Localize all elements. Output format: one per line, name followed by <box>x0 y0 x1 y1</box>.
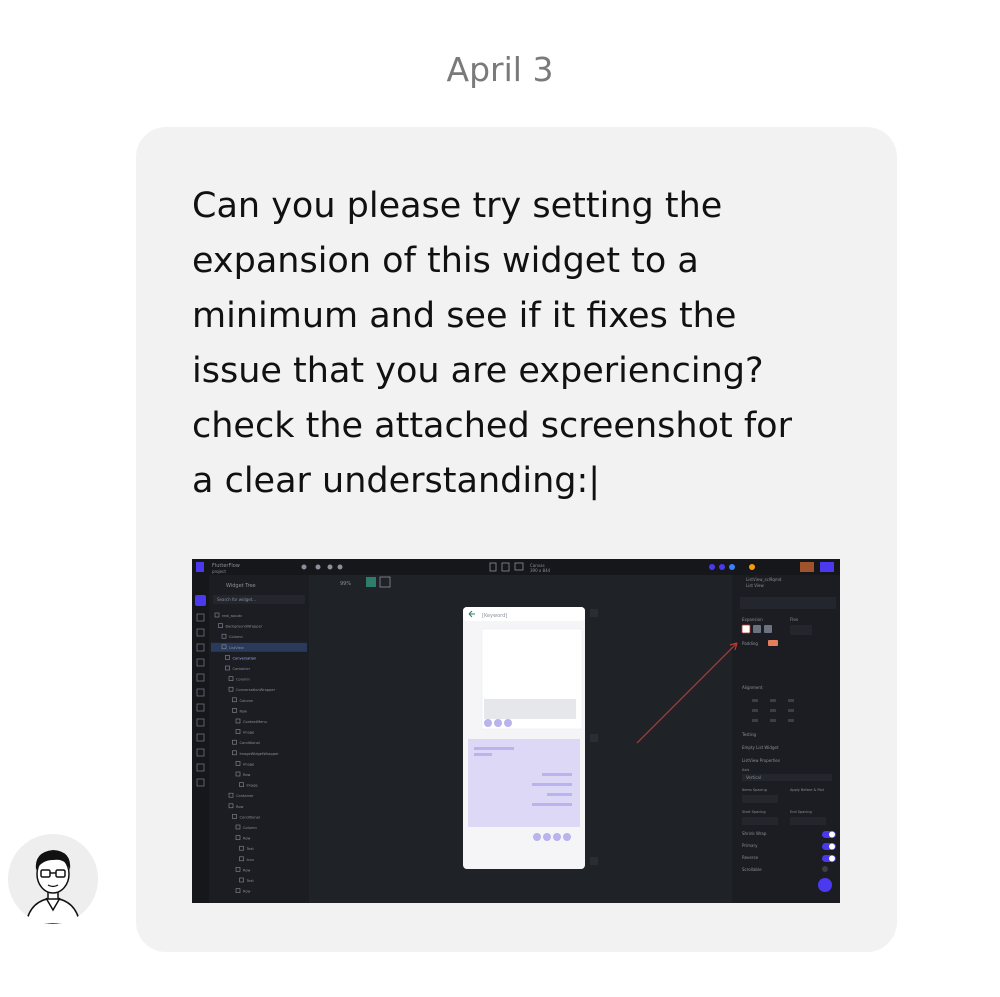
tree-item-label: Row <box>243 890 251 894</box>
empty-list-widget-section: Empty List Widget <box>742 745 779 750</box>
axis-value: Vertical <box>746 775 761 780</box>
widget-tree-label: Widget Tree <box>226 583 256 589</box>
expansion-label: Expansion <box>742 617 763 622</box>
message-bubble: Can you please try setting the expansion… <box>136 127 897 952</box>
tree-item-label: BackgroundWrapper <box>226 625 263 629</box>
flutterflow-logo-icon <box>196 562 204 572</box>
canvas-title: [Keyword] <box>482 613 507 619</box>
message-line: Can you please try setting the <box>192 186 723 226</box>
start-spacing-label: Start Spacing <box>742 810 766 814</box>
zoom-level: 99% <box>340 581 351 587</box>
tree-item-label: Conditional <box>240 815 260 819</box>
tree-item-label: rest_ssoutc <box>222 614 242 618</box>
tree-item-label: Image <box>243 762 255 766</box>
tree-item-label: Container <box>236 794 254 798</box>
end-spacing-label: End Spacing <box>790 810 812 814</box>
widget-name: ListView_scl9qmd <box>746 577 782 582</box>
tree-item-label: Column <box>240 699 254 703</box>
tree-item-label: Row <box>243 837 251 841</box>
message-line: minimum and see if it fixes the <box>192 296 737 336</box>
alignment-label: Alignment <box>742 685 763 690</box>
tree-item-label: Container <box>233 667 251 671</box>
tree-item-label: ConversationWrapper <box>236 688 276 692</box>
primary-label: Primary <box>742 843 758 848</box>
attached-screenshot[interactable]: FlutterFlow project Canvas 390 x 844 Wid… <box>192 559 840 903</box>
search-fab-icon <box>818 878 832 892</box>
tree-item-label: Conditional <box>240 741 260 745</box>
tree-item-label: Column <box>236 678 250 682</box>
tree-item-label: Text <box>246 847 255 851</box>
message-line: expansion of this widget to a <box>192 241 699 281</box>
tree-item-label: Text <box>246 879 255 883</box>
testing-section: Testing <box>741 732 757 737</box>
avatar[interactable] <box>8 834 98 924</box>
axis-label: Axis <box>742 768 749 772</box>
widget-type: List View <box>746 583 764 588</box>
tree-item-label: Icon <box>247 858 255 862</box>
listview-properties-section: ListView Properties <box>742 758 780 763</box>
message-line: a clear understanding:| <box>192 461 601 501</box>
date-label: April 3 <box>446 50 554 89</box>
reverse-label: Reverse <box>742 855 759 860</box>
expansion-min-button <box>741 624 751 634</box>
person-avatar-icon <box>8 834 98 924</box>
screenshot-image: FlutterFlow project Canvas 390 x 844 Wid… <box>192 559 840 903</box>
message-line: issue that you are experiencing? <box>192 351 764 391</box>
tree-item-label: Column <box>243 826 257 830</box>
widget-tree-icon <box>195 595 206 606</box>
tree-item-label: ImageWidgetWrapper <box>240 752 280 756</box>
apply-before-label: Apply Before & Pad <box>790 788 824 792</box>
tree-search-input: Search for widget... <box>217 597 256 602</box>
tree-item-label: Column <box>229 635 243 639</box>
tree-item-label: ContextMenu <box>243 720 267 724</box>
tree-item-label: Row <box>243 868 251 872</box>
scrollable-label: Scrollable <box>742 867 762 872</box>
flex-label: Flex <box>790 617 799 622</box>
message-text: Can you please try setting the expansion… <box>192 179 872 509</box>
tree-item-label: Image <box>247 784 259 788</box>
tree-item-label: Row <box>243 773 251 777</box>
svg-text:390 x 844: 390 x 844 <box>530 568 551 573</box>
project-name: project <box>212 569 226 574</box>
tree-item-label: Conversation <box>233 656 257 660</box>
tree-row-highlight <box>211 642 307 652</box>
tree-item-label: Row <box>240 709 248 713</box>
padding-label: Padding <box>742 641 758 646</box>
annotation-arrow <box>636 642 738 744</box>
tree-item-label: Row <box>236 805 244 809</box>
tree-item-label: ListView <box>229 646 244 650</box>
items-spacing-label: Items Spacing <box>742 788 767 792</box>
shrink-wrap-label: Shrink Wrap <box>742 831 767 836</box>
tree-item-label: Image <box>243 731 255 735</box>
message-line: check the attached screenshot for <box>192 406 792 446</box>
